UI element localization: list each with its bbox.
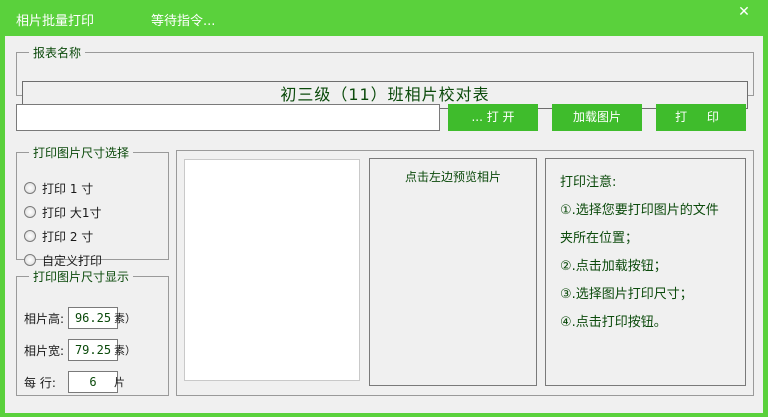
photo-preview-area[interactable]: 点击左边预览相片 — [369, 158, 537, 386]
photo-height-row: 相片高: 96.25 素） — [24, 307, 136, 329]
radio-button[interactable] — [24, 182, 36, 194]
open-button[interactable]: ... 打 开 — [448, 104, 538, 131]
photo-height-field[interactable]: 96.25 — [68, 307, 118, 329]
main-panel: 报表名称 初三级（11）班相片校对表 ... 打 开 加载图片 打 印 打印图片… — [5, 36, 763, 413]
preview-hint: 点击左边预览相片 — [404, 170, 501, 184]
radio-option-custom[interactable]: 自定义打印 — [24, 251, 102, 269]
close-icon[interactable]: ✕ — [736, 4, 752, 20]
radio-label: 自定义打印 — [42, 253, 103, 268]
print-button[interactable]: 打 印 — [656, 104, 746, 131]
folder-path-input[interactable] — [16, 104, 440, 131]
photo-width-row: 相片宽: 79.25 素） — [24, 339, 136, 361]
radio-button[interactable] — [24, 254, 36, 266]
print-size-select-group: 打印图片尺寸选择 打印 1 寸 打印 大1寸 打印 2 寸 自定义打印 — [16, 144, 169, 268]
radio-button[interactable] — [24, 230, 36, 242]
print-size-display-group: 打印图片尺寸显示 相片高: 96.25 素） 相片宽: 79.25 素） 每 行… — [16, 268, 169, 396]
notes-line: ①.选择您要打印图片的文件 — [560, 203, 719, 218]
per-row-label: 每 行: — [24, 375, 56, 390]
radio-button[interactable] — [24, 206, 36, 218]
notes-title: 打印注意: — [560, 175, 617, 190]
app-title: 相片批量打印 — [16, 14, 95, 29]
photo-height-suffix: 素） — [114, 312, 136, 325]
title-bar: 相片批量打印 等待指令... ✕ — [0, 0, 768, 36]
radio-label: 打印 1 寸 — [42, 181, 94, 196]
print-notes: 打印注意: ①.选择您要打印图片的文件 夹所在位置； ②.点击加载按钮； ③.选… — [545, 158, 746, 386]
load-images-button[interactable]: 加载图片 — [552, 104, 642, 131]
status-text: 等待指令... — [151, 14, 216, 29]
photo-width-label: 相片宽: — [24, 343, 65, 358]
radio-option-large-1inch[interactable]: 打印 大1寸 — [24, 203, 101, 221]
notes-line: ④.点击打印按钮。 — [560, 315, 667, 330]
photo-list-area[interactable] — [184, 159, 360, 381]
photo-width-suffix: 素） — [114, 344, 136, 357]
photo-width-field[interactable]: 79.25 — [68, 339, 118, 361]
photo-height-label: 相片高: — [24, 311, 65, 326]
notes-line: ②.点击加载按钮； — [560, 259, 667, 274]
radio-option-2inch[interactable]: 打印 2 寸 — [24, 227, 93, 245]
per-row-suffix: 片 — [114, 376, 125, 389]
print-size-select-legend: 打印图片尺寸选择 — [33, 146, 130, 160]
per-row-field[interactable]: 6 — [68, 371, 118, 393]
radio-label: 打印 大1寸 — [42, 205, 102, 220]
report-name-group: 报表名称 初三级（11）班相片校对表 — [16, 44, 754, 109]
report-name-legend: 报表名称 — [33, 46, 82, 60]
radio-label: 打印 2 寸 — [42, 229, 94, 244]
preview-panel: 点击左边预览相片 打印注意: ①.选择您要打印图片的文件 夹所在位置； ②.点击… — [176, 150, 754, 396]
notes-line: 夹所在位置； — [560, 231, 639, 246]
notes-line: ③.选择图片打印尺寸； — [560, 287, 693, 302]
print-size-display-legend: 打印图片尺寸显示 — [33, 270, 130, 284]
radio-option-1inch[interactable]: 打印 1 寸 — [24, 179, 93, 197]
per-row-row: 每 行: 6 片 — [24, 371, 125, 393]
